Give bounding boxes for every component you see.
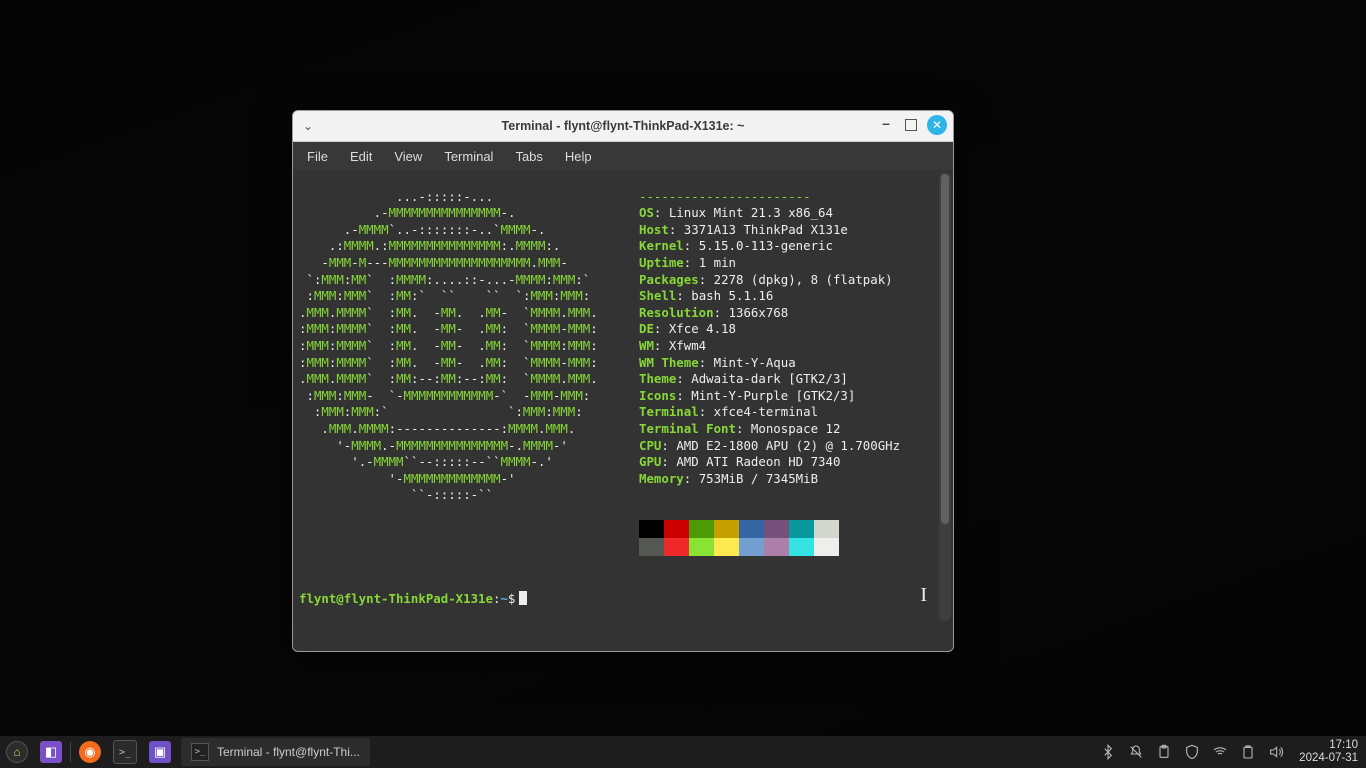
neofetch-info: ----------------------- OS: Linux Mint 2…: [639, 189, 900, 557]
prompt-user: flynt@flynt-ThinkPad-X131e: [299, 591, 493, 606]
task-label: Terminal - flynt@flynt-Thi...: [217, 745, 360, 759]
clipboard-tray-icon[interactable]: [1155, 743, 1173, 761]
maximize-button[interactable]: [905, 119, 917, 131]
task-terminal-icon: >_: [191, 743, 209, 761]
menu-help[interactable]: Help: [555, 145, 602, 168]
shell-prompt: flynt@flynt-ThinkPad-X131e:~$: [299, 591, 947, 608]
network-tray-icon[interactable]: [1211, 743, 1229, 761]
menu-terminal[interactable]: Terminal: [434, 145, 503, 168]
volume-tray-icon[interactable]: [1267, 743, 1285, 761]
terminal-scrollbar[interactable]: [939, 172, 951, 621]
battery-tray-icon[interactable]: [1239, 743, 1257, 761]
neofetch-ascii-logo: ...-:::::-... .-MMMMMMMMMMMMMMM-. .-MMMM…: [299, 189, 639, 557]
security-tray-icon[interactable]: [1183, 743, 1201, 761]
taskbar: ⌂ ◧ ◉ >_ ▣ >_ Terminal - flynt@flynt-Thi…: [0, 736, 1366, 768]
notifications-tray-icon[interactable]: [1127, 743, 1145, 761]
menubar: File Edit View Terminal Tabs Help: [293, 142, 953, 170]
clock-time: 17:10: [1299, 739, 1358, 752]
workspace-icon: ◧: [40, 741, 62, 763]
firefox-launcher[interactable]: ◉: [73, 736, 107, 768]
close-button[interactable]: [927, 115, 947, 135]
clock-applet[interactable]: 17:10 2024-07-31: [1295, 739, 1358, 765]
desktop[interactable]: ⌄ Terminal - flynt@flynt-ThinkPad-X131e:…: [0, 0, 1366, 768]
terminal-cursor: [519, 591, 527, 605]
taskbar-entry-terminal[interactable]: >_ Terminal - flynt@flynt-Thi...: [181, 738, 370, 766]
bluetooth-tray-icon[interactable]: [1099, 743, 1117, 761]
prompt-path: ~: [500, 591, 507, 606]
terminal-window: ⌄ Terminal - flynt@flynt-ThinkPad-X131e:…: [292, 110, 954, 652]
menu-tabs[interactable]: Tabs: [505, 145, 552, 168]
show-desktop-button[interactable]: ◧: [34, 736, 68, 768]
window-menu-button[interactable]: ⌄: [293, 119, 323, 133]
prompt-symbol: $: [508, 591, 515, 606]
menu-file[interactable]: File: [297, 145, 338, 168]
terminal-launcher[interactable]: >_: [107, 736, 143, 768]
titlebar[interactable]: ⌄ Terminal - flynt@flynt-ThinkPad-X131e:…: [293, 111, 953, 142]
window-title: Terminal - flynt@flynt-ThinkPad-X131e: ~: [293, 119, 953, 133]
taskbar-separator: [70, 742, 71, 762]
files-launcher[interactable]: ▣: [143, 736, 177, 768]
scrollbar-thumb[interactable]: [941, 174, 949, 524]
files-icon: ▣: [149, 741, 171, 763]
menu-edit[interactable]: Edit: [340, 145, 382, 168]
terminal-icon: >_: [113, 740, 137, 764]
firefox-icon: ◉: [79, 741, 101, 763]
terminal-content[interactable]: ...-:::::-... .-MMMMMMMMMMMMMMM-. .-MMMM…: [293, 170, 953, 651]
start-menu-button[interactable]: ⌂: [0, 736, 34, 768]
mint-logo-icon: ⌂: [6, 741, 28, 763]
minimize-button[interactable]: [877, 116, 895, 134]
clock-date: 2024-07-31: [1299, 752, 1358, 765]
menu-view[interactable]: View: [384, 145, 432, 168]
